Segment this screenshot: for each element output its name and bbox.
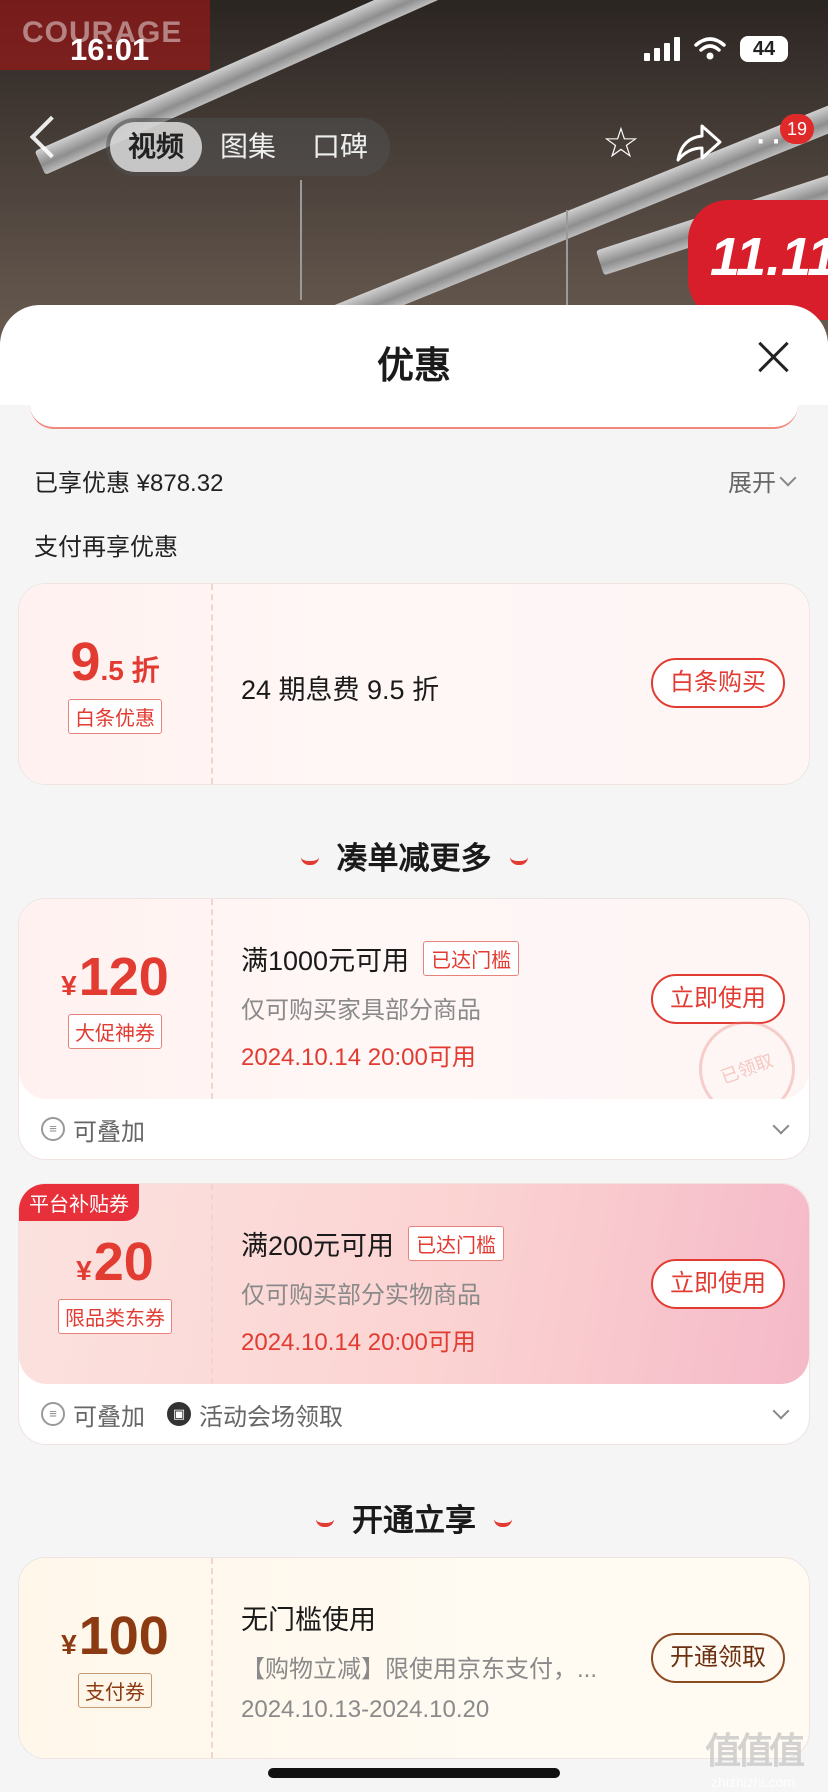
decor-smile-icon — [509, 857, 528, 865]
event-claim-tag: ▣ 活动会场领取 — [167, 1397, 343, 1432]
coupon-threshold: 满1000元可用 — [241, 946, 410, 976]
coupon-card: ¥120 大促神券 满1000元可用 已达门槛 仅可购买家具部分商品 2024.… — [18, 898, 810, 1160]
coupon-scope: 【购物立减】限使用京东支付，... — [241, 1656, 598, 1683]
platform-subsidy-badge: 平台补贴券 — [19, 1184, 139, 1221]
section-title-more-text: 凑单减更多 — [336, 841, 492, 876]
product-rod — [300, 180, 302, 300]
coupon-amount: ¥100 — [61, 1609, 169, 1663]
use-now-button[interactable]: 立即使用 — [651, 1259, 785, 1309]
coupon-amount-unit: .5 折 — [100, 654, 160, 686]
discount-sheet: 优惠 已享优惠 ¥878.32 展开 支付再享优惠 9.5 折 白条优惠 24 … — [0, 305, 828, 1792]
coupon-main: ¥120 大促神券 满1000元可用 已达门槛 仅可购买家具部分商品 2024.… — [19, 899, 809, 1099]
sheet-title: 优惠 — [377, 345, 451, 386]
status-icons: 44 — [644, 36, 788, 62]
coupon-info: 24 期息费 9.5 折 — [241, 584, 641, 784]
expand-label: 展开 — [728, 470, 776, 497]
coupon-type-tag: 大促神券 — [68, 1013, 162, 1049]
site-watermark: 值值值 zhizhizhi.com — [688, 1722, 818, 1790]
event-claim-label: 活动会场领取 — [199, 1403, 343, 1431]
chevron-down-icon[interactable] — [772, 1117, 790, 1135]
enjoyed-discount-label: 已享优惠 ¥878.32 — [34, 470, 224, 497]
coupon-value-area: ¥100 支付券 — [19, 1558, 213, 1758]
coupon-info: 无门槛使用 【购物立减】限使用京东支付，... 2024.10.13-2024.… — [241, 1558, 621, 1758]
coupon-valid-time: 2024.10.13-2024.10.20 — [241, 1696, 490, 1723]
coupon-scope: 仅可购买家具部分商品 — [241, 997, 481, 1024]
coupon-footer[interactable]: ≡ 可叠加 ▣ 活动会场领取 — [19, 1384, 809, 1444]
coupon-amount-number: 100 — [78, 1605, 169, 1666]
collapsed-card-edge — [30, 405, 798, 429]
watermark-site: zhizhizhi.com — [710, 1774, 796, 1790]
coupon-valid-time: 2024.10.14 20:00可用 — [241, 1044, 476, 1071]
sheet-header: 优惠 — [0, 305, 828, 405]
decor-smile-icon — [494, 1519, 512, 1527]
chevron-down-icon — [779, 469, 797, 486]
home-indicator[interactable] — [268, 1768, 560, 1778]
coupon-main: ¥20 限品类东券 满200元可用 已达门槛 仅可购买部分实物商品 2024.1… — [19, 1184, 809, 1384]
currency-symbol: ¥ — [76, 1254, 92, 1286]
coupon-amount: 9.5 折 — [70, 635, 159, 689]
threshold-reached-badge: 已达门槛 — [423, 941, 520, 976]
decor-smile-icon — [300, 857, 319, 865]
coupon-info: 满200元可用 已达门槛 仅可购买部分实物商品 2024.10.14 20:00… — [241, 1184, 641, 1384]
expand-button[interactable]: 展开 — [728, 463, 797, 498]
tab-reviews[interactable]: 口碑 — [294, 122, 386, 172]
baitiao-coupon-card: 9.5 折 白条优惠 24 期息费 9.5 折 白条购买 — [18, 583, 810, 785]
favorite-star-icon[interactable]: ☆ — [598, 120, 644, 166]
section-title-open: 开通立享 — [0, 1495, 828, 1540]
currency-symbol: ¥ — [61, 969, 77, 1001]
activate-claim-button[interactable]: 开通领取 — [651, 1633, 785, 1683]
coupon-amount-number: 120 — [78, 946, 169, 1007]
section-title-more: 凑单减更多 — [0, 833, 828, 878]
section-title-open-text: 开通立享 — [352, 1503, 476, 1538]
baitiao-buy-button[interactable]: 白条购买 — [651, 658, 785, 708]
watermark-logo: 值值值 — [704, 1730, 805, 1771]
battery-icon: 44 — [740, 36, 788, 62]
coupon-info: 满1000元可用 已达门槛 仅可购买家具部分商品 2024.10.14 20:0… — [241, 899, 641, 1099]
coupon-main: 9.5 折 白条优惠 24 期息费 9.5 折 白条购买 — [19, 584, 809, 784]
product-rod — [566, 210, 568, 310]
pay-more-label: 支付再享优惠 — [34, 534, 178, 561]
coupon-amount-number: 9 — [70, 631, 101, 692]
coupon-value-area: ¥120 大促神券 — [19, 899, 213, 1099]
coupon-valid-time: 2024.10.14 20:00可用 — [241, 1329, 476, 1356]
threshold-reached-badge: 已达门槛 — [408, 1226, 505, 1261]
decor-smile-icon — [316, 1519, 334, 1527]
signal-icon — [644, 37, 680, 61]
use-now-button[interactable]: 立即使用 — [651, 974, 785, 1024]
stackable-label: 可叠加 — [73, 1403, 145, 1431]
ticket-icon: ▣ — [167, 1402, 191, 1426]
share-icon[interactable] — [672, 120, 724, 166]
sale-badge: 11.11 — [688, 200, 828, 320]
coupon-title: 无门槛使用 — [241, 1605, 376, 1635]
coupon-amount: ¥120 — [61, 950, 169, 1004]
coupon-amount: ¥20 — [76, 1235, 154, 1289]
tab-video[interactable]: 视频 — [110, 122, 202, 172]
stackable-label: 可叠加 — [73, 1118, 145, 1146]
media-tabs: 视频 图集 口碑 — [106, 118, 390, 176]
coupon-title: 24 期息费 9.5 折 — [241, 675, 440, 705]
close-icon[interactable] — [758, 341, 790, 373]
coupon-threshold: 满200元可用 — [241, 1231, 395, 1261]
notification-badge: 19 — [780, 114, 814, 144]
coupon-value-area: 9.5 折 白条优惠 — [19, 584, 213, 784]
coupon-amount-number: 20 — [93, 1231, 154, 1292]
wifi-icon — [694, 37, 726, 60]
coupon-type-tag: 白条优惠 — [68, 698, 162, 734]
stackable-tag: ≡ 可叠加 — [41, 1112, 145, 1147]
coupon-type-tag: 支付券 — [78, 1672, 152, 1708]
stackable-tag: ≡ 可叠加 — [41, 1397, 145, 1432]
currency-symbol: ¥ — [61, 1628, 77, 1660]
coupon-title-row: 满1000元可用 已达门槛 — [241, 939, 641, 978]
stack-icon: ≡ — [41, 1117, 65, 1141]
coupon-type-tag: 限品类东券 — [58, 1298, 172, 1334]
stack-icon: ≡ — [41, 1402, 65, 1426]
status-time: 16:01 — [70, 32, 150, 67]
tab-gallery[interactable]: 图集 — [202, 122, 294, 172]
coupon-card: 平台补贴券 ¥20 限品类东券 满200元可用 已达门槛 仅可购买部分实物商品 … — [18, 1183, 810, 1445]
chevron-down-icon[interactable] — [772, 1402, 790, 1420]
coupon-footer[interactable]: ≡ 可叠加 — [19, 1099, 809, 1159]
coupon-scope: 仅可购买部分实物商品 — [241, 1282, 481, 1309]
coupon-title-row: 满200元可用 已达门槛 — [241, 1224, 641, 1263]
